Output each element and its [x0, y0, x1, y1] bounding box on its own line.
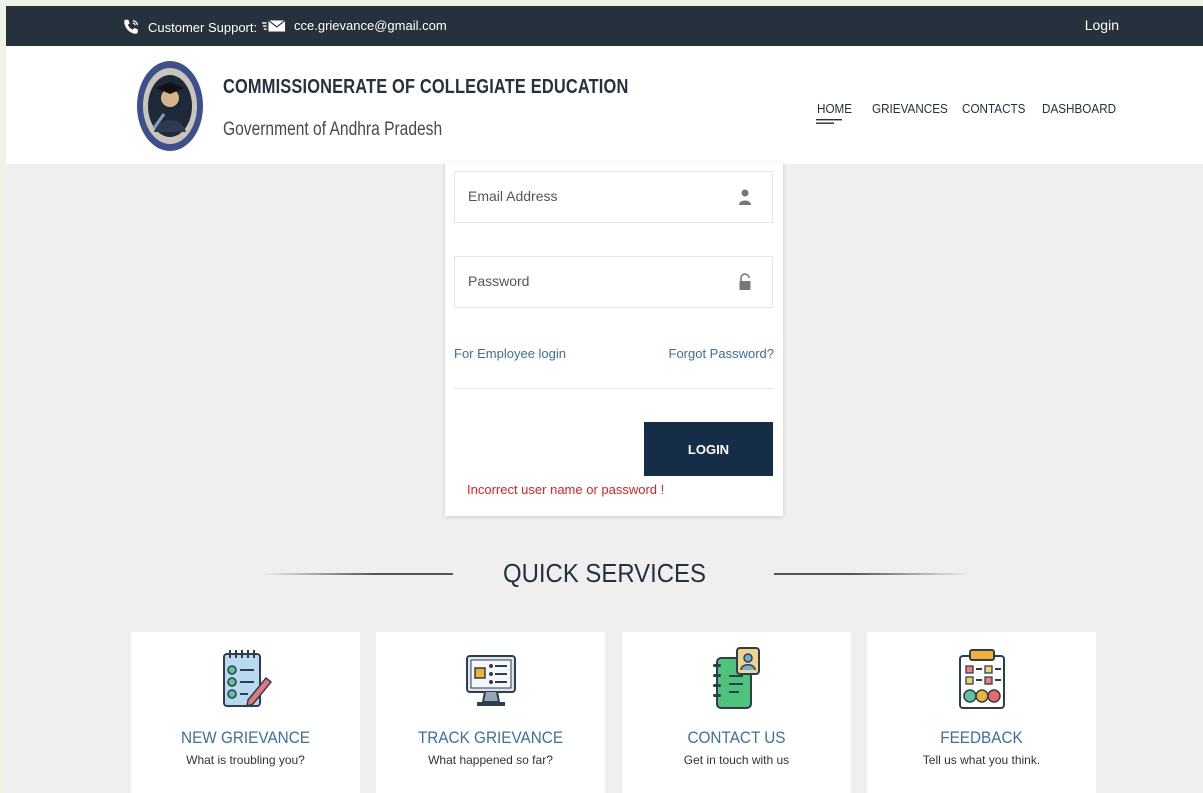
nav-contacts[interactable]: CONTACTS	[962, 101, 1025, 116]
quick-services-title: QUICK SERVICES	[503, 558, 706, 588]
service-description: What happened so far?	[428, 753, 553, 767]
service-title: TRACK GRIEVANCE	[417, 728, 564, 747]
user-icon	[739, 189, 751, 205]
site-header: COMMISSIONERATE OF COLLEGIATE EDUCATION …	[6, 46, 1203, 164]
monitor-list-icon	[466, 655, 516, 706]
error-message: Incorrect user name or password !	[467, 482, 665, 497]
forgot-password-link[interactable]: Forgot Password?	[669, 346, 775, 361]
top-login-link[interactable]: Login	[1085, 17, 1119, 33]
unlock-icon	[739, 273, 751, 290]
checklist-pen-icon	[223, 650, 273, 708]
nav-dashboard[interactable]: DASHBOARD	[1042, 101, 1116, 116]
login-card: For Employee login Forgot Password? LOGI…	[445, 162, 783, 516]
email-text[interactable]: cce.grievance@gmail.com	[294, 18, 447, 33]
active-underline-icon	[816, 119, 842, 124]
service-card-feedback[interactable]: FEEDBACK Tell us what you think.	[867, 632, 1096, 793]
section-divider-right	[774, 573, 969, 575]
department-seal-logo	[137, 61, 203, 151]
support-label: Customer Support:	[148, 19, 258, 35]
nav-grievances[interactable]: GRIEVANCES	[872, 101, 948, 116]
service-description: Get in touch with us	[683, 753, 790, 767]
service-description: Tell us what you think.	[922, 753, 1041, 767]
phone-icon	[124, 19, 138, 34]
employee-login-link[interactable]: For Employee login	[454, 346, 566, 361]
login-button[interactable]: LOGIN	[644, 422, 773, 476]
nav-home[interactable]: HOME	[817, 101, 852, 116]
top-bar: Customer Support: cce.grievance@gmail.co…	[6, 6, 1203, 46]
email-input[interactable]	[468, 188, 728, 204]
password-field-box	[454, 256, 773, 308]
customer-support: Customer Support:	[122, 18, 257, 36]
service-card-new-grievance[interactable]: NEW GRIEVANCE What is troubling you?	[131, 632, 360, 793]
feedback-clipboard-icon	[959, 649, 1005, 709]
org-title: COMMISSIONERATE OF COLLEGIATE EDUCATION	[223, 76, 629, 98]
contact-book-icon	[713, 647, 760, 709]
support-email: cce.grievance@gmail.com	[262, 18, 447, 33]
service-card-contact-us[interactable]: CONTACT US Get in touch with us	[622, 632, 851, 793]
password-input[interactable]	[468, 273, 728, 289]
service-title: NEW GRIEVANCE	[181, 728, 310, 747]
service-title: CONTACT US	[687, 728, 786, 747]
org-subtitle: Government of Andhra Pradesh	[223, 119, 443, 140]
service-title: FEEDBACK	[940, 728, 1023, 747]
page-frame: Customer Support: cce.grievance@gmail.co…	[6, 6, 1203, 793]
envelope-icon	[262, 19, 286, 32]
email-field-box	[454, 171, 773, 223]
form-divider	[454, 388, 773, 389]
service-description: What is troubling you?	[186, 753, 305, 767]
service-card-track-grievance[interactable]: TRACK GRIEVANCE What happened so far?	[376, 632, 605, 793]
